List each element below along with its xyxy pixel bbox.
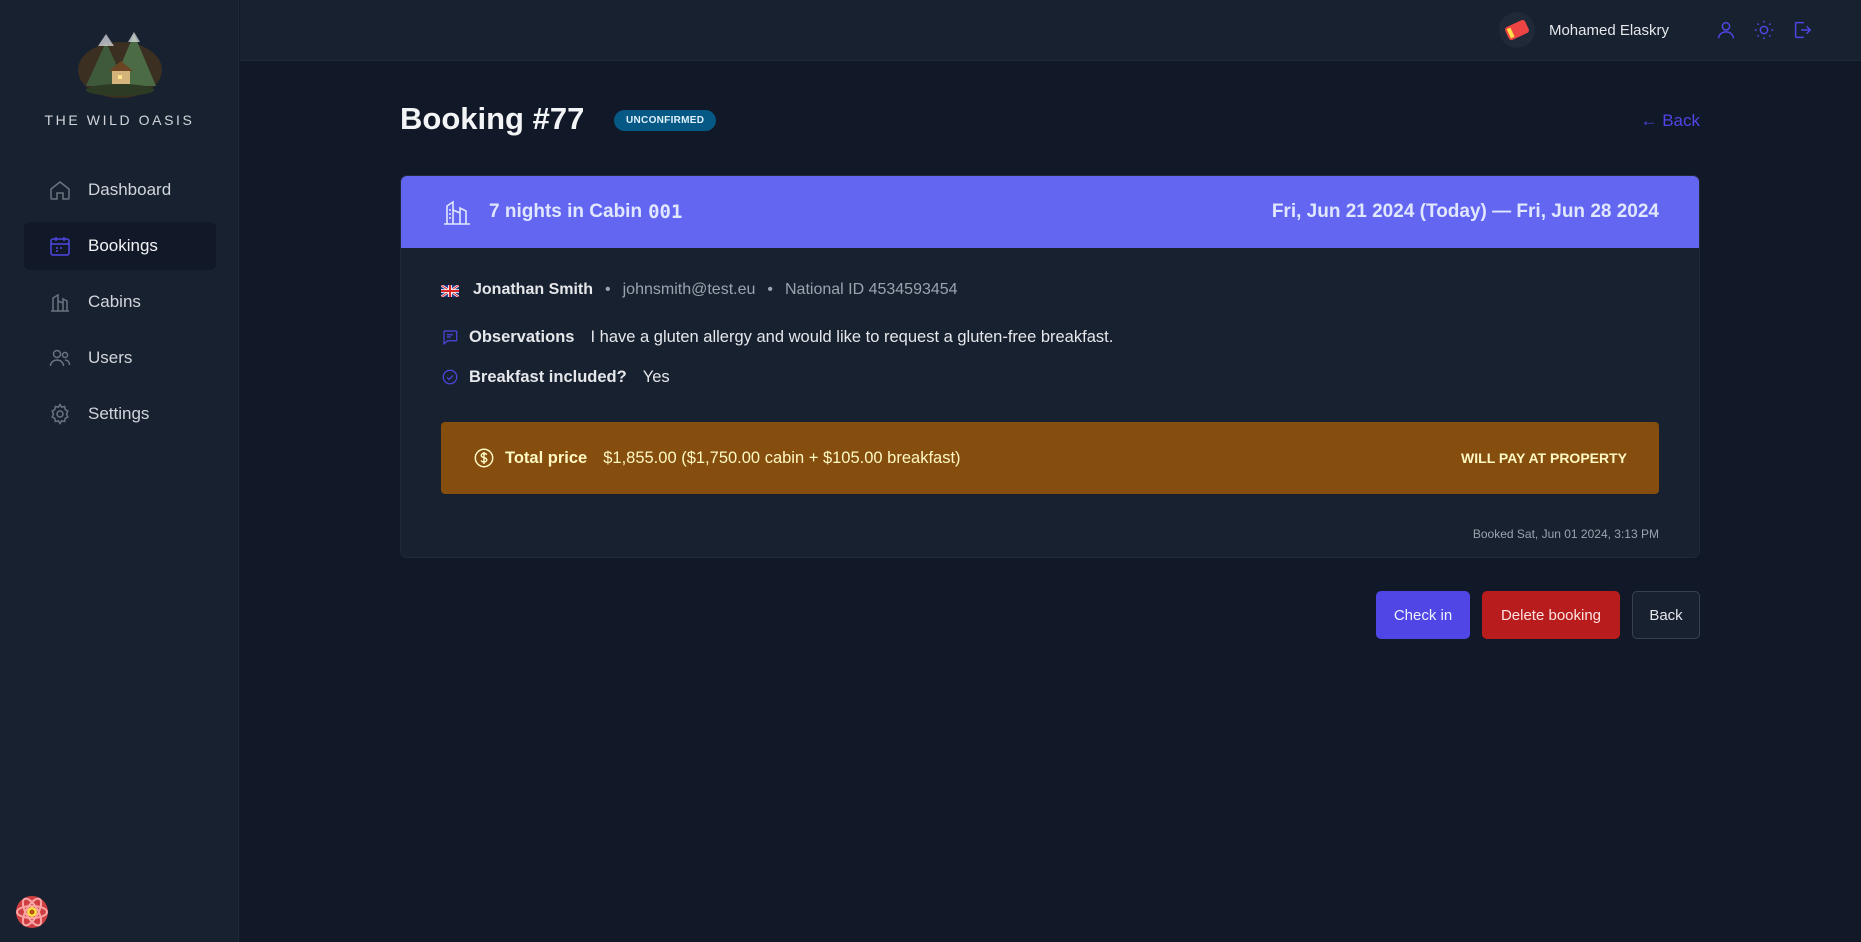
sidebar-item-label: Settings <box>88 404 150 423</box>
breakfast-label: Breakfast included? <box>469 367 627 386</box>
payment-status: WILL PAY AT PROPERTY <box>1461 450 1627 466</box>
guest-name: Jonathan Smith <box>473 281 594 298</box>
national-id: National ID 4534593454 <box>784 281 958 298</box>
avatar[interactable] <box>1498 12 1535 48</box>
sidebar-item-users[interactable]: Users <box>24 334 216 382</box>
back-button[interactable]: Back <box>1632 591 1700 639</box>
booking-card: 7 nights in Cabin 001 Fri, Jun 21 2024 (… <box>400 175 1700 558</box>
sidebar-nav: Dashboard Bookings Cabins Users Settings <box>24 166 216 446</box>
booking-dates: Fri, Jun 21 2024 (Today) — Fri, Jun 28 2… <box>1271 201 1659 222</box>
sun-icon[interactable] <box>1753 19 1775 41</box>
breakfast-value: Yes <box>642 367 670 386</box>
brand-name: THE WILD OASIS <box>44 112 195 128</box>
user-name: Mohamed Elaskry <box>1548 21 1669 39</box>
status-badge: UNCONFIRMED <box>614 110 717 131</box>
cabin-code: 001 <box>648 201 683 223</box>
logout-icon[interactable] <box>1791 19 1813 41</box>
cabin-icon <box>441 196 473 228</box>
separator-dot: • <box>767 281 773 298</box>
top-header: Mohamed Elaskry <box>240 0 1861 61</box>
uk-flag-icon <box>440 284 460 298</box>
guest-email: johnsmith@test.eu <box>622 281 756 298</box>
page-title: Booking #77 <box>400 101 585 136</box>
total-price-value: $1,855.00 ($1,750.00 cabin + $105.00 bre… <box>603 448 961 467</box>
title-row: Booking #77 ← Back <box>400 101 1700 147</box>
total-price-label: Total price <box>505 448 588 467</box>
back-link[interactable]: ← Back <box>1640 111 1700 131</box>
sidebar-item-label: Cabins <box>88 292 141 311</box>
total-price: Total price $1,855.00 ($1,750.00 cabin +… <box>473 447 961 469</box>
nights-info: 7 nights in Cabin 001 <box>441 196 682 228</box>
sidebar: THE WILD OASIS Dashboard Bookings Cabins… <box>0 0 239 942</box>
delete-booking-button[interactable]: Delete booking <box>1482 591 1620 639</box>
gear-icon <box>48 402 72 426</box>
price-box: Total price $1,855.00 ($1,750.00 cabin +… <box>441 422 1659 494</box>
sidebar-item-settings[interactable]: Settings <box>24 390 216 438</box>
nights-text: 7 nights in Cabin <box>489 201 643 222</box>
user-icon[interactable] <box>1715 19 1737 41</box>
dollar-circle-icon <box>473 447 495 469</box>
cabins-icon <box>48 290 72 314</box>
users-icon <box>48 346 72 370</box>
home-icon <box>48 178 72 202</box>
check-circle-icon <box>441 368 459 386</box>
sidebar-item-label: Users <box>88 348 133 367</box>
booking-card-header: 7 nights in Cabin 001 Fri, Jun 21 2024 (… <box>401 176 1699 248</box>
calendar-icon <box>48 234 72 258</box>
sidebar-item-dashboard[interactable]: Dashboard <box>24 166 216 214</box>
logo[interactable] <box>76 28 164 100</box>
breakfast-row: Breakfast included? Yes <box>441 366 1659 388</box>
observations-row: Observations I have a gluten allergy and… <box>441 326 1659 348</box>
chat-bubble-icon <box>441 328 459 346</box>
guest-row: Jonathan Smith • johnsmith@test.eu • Nat… <box>440 280 1659 300</box>
observations-value: I have a gluten allergy and would like t… <box>590 327 1114 346</box>
separator-dot: • <box>605 281 611 298</box>
sidebar-item-label: Dashboard <box>88 180 172 199</box>
booked-date: Booked Sat, Jun 01 2024, 3:13 PM <box>1472 527 1659 541</box>
sidebar-item-label: Bookings <box>88 236 158 255</box>
react-query-devtools-icon[interactable] <box>12 892 52 932</box>
user-area: Mohamed Elaskry <box>1498 12 1813 48</box>
action-buttons: Check in Delete booking Back <box>1364 591 1700 639</box>
observations-label: Observations <box>469 327 575 346</box>
sidebar-item-bookings[interactable]: Bookings <box>24 222 216 270</box>
check-in-button[interactable]: Check in <box>1376 591 1470 639</box>
booking-card-body: Jonathan Smith • johnsmith@test.eu • Nat… <box>401 248 1699 557</box>
sidebar-item-cabins[interactable]: Cabins <box>24 278 216 326</box>
